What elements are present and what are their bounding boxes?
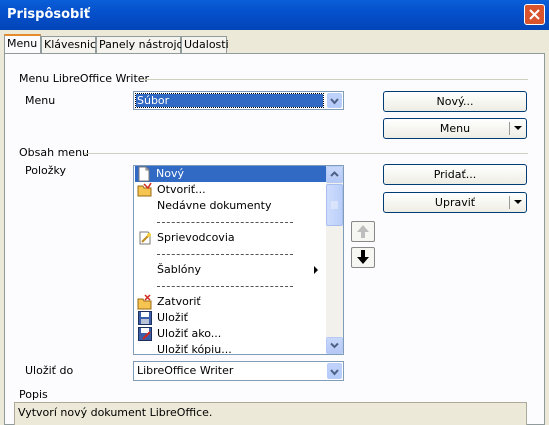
tab-menu[interactable]: Menu <box>4 34 41 54</box>
modify-label: Upraviť <box>434 196 476 209</box>
move-down-button[interactable] <box>351 247 375 268</box>
tab-keyboard[interactable]: Klávesnica <box>41 36 103 53</box>
description-text: Vytvorí nový dokument LibreOffice. <box>18 406 213 419</box>
arrow-down-icon <box>357 250 369 264</box>
wizard-icon <box>137 230 153 246</box>
list-item[interactable]: Nový <box>135 166 326 182</box>
list-item[interactable]: Šablóny <box>136 262 325 278</box>
dropdown-triangle-icon <box>514 200 522 204</box>
chevron-down-icon <box>330 342 339 349</box>
divider <box>84 153 528 154</box>
close-button[interactable] <box>524 4 545 25</box>
menu-label: Menu <box>25 94 56 107</box>
content-section-heading: Obsah menu <box>19 146 90 159</box>
submenu-arrow-icon <box>314 266 318 274</box>
title-bar: Prispôsobiť <box>0 0 549 30</box>
list-separator[interactable] <box>136 278 325 294</box>
save-in-select[interactable]: LibreOffice Writer <box>133 361 344 381</box>
save-in-label: Uložiť do <box>25 364 74 377</box>
add-command-button[interactable]: Pridať... <box>383 164 527 185</box>
scroll-down-button[interactable] <box>326 337 343 354</box>
list-scrollbar[interactable] <box>326 166 343 354</box>
chevron-up-icon <box>330 171 339 177</box>
menu-section-heading: Menu LibreOffice Writer <box>19 72 150 85</box>
arrow-up-icon <box>357 225 369 238</box>
list-separator[interactable] <box>136 214 325 230</box>
tab-toolbars[interactable]: Panely nástrojov <box>96 36 190 53</box>
list-item[interactable]: Zatvoriť <box>136 294 325 310</box>
window-title: Prispôsobiť <box>7 7 91 22</box>
split-divider <box>509 196 510 209</box>
modify-button[interactable]: Upraviť <box>383 192 527 213</box>
list-item[interactable]: Uložiť kópiu... <box>136 342 325 354</box>
list-item[interactable]: Otvoriť... <box>136 182 325 198</box>
dropdown-arrow[interactable] <box>327 363 342 379</box>
description-box: Vytvorí nový dokument LibreOffice. <box>14 402 527 425</box>
dropdown-arrow[interactable] <box>327 93 342 108</box>
items-label: Položky <box>25 164 67 177</box>
scroll-thumb[interactable] <box>326 184 343 226</box>
divider <box>141 79 528 80</box>
menu-select-value: Súbor <box>135 93 324 108</box>
open-folder-icon <box>137 182 153 198</box>
split-divider <box>509 122 510 135</box>
new-menu-button[interactable]: Nový... <box>383 91 527 112</box>
save-icon <box>137 310 153 326</box>
new-document-icon <box>136 166 152 182</box>
menu-items-list[interactable]: Nový Otvoriť... Nedávne dokumenty Spriev… <box>133 165 344 355</box>
chevron-down-icon <box>330 369 339 376</box>
tab-events[interactable]: Udalosti <box>181 36 229 53</box>
dropdown-triangle-icon <box>514 126 522 130</box>
menu-options-button[interactable]: Menu <box>383 118 527 139</box>
close-document-icon <box>137 294 153 310</box>
save-in-value: LibreOffice Writer <box>137 364 234 377</box>
list-item[interactable]: Uložiť ako... <box>136 326 325 342</box>
list-item[interactable]: Sprievodcovia <box>136 230 325 246</box>
chevron-down-icon <box>330 98 339 105</box>
description-label: Popis <box>19 388 48 401</box>
menu-select[interactable]: Súbor <box>133 91 344 110</box>
list-separator[interactable] <box>136 246 325 262</box>
scroll-up-button[interactable] <box>326 166 343 183</box>
save-as-icon <box>137 326 153 342</box>
move-up-button[interactable] <box>351 221 375 242</box>
list-item[interactable]: Uložiť <box>136 310 325 326</box>
menu-options-label: Menu <box>439 122 471 135</box>
list-item[interactable]: Nedávne dokumenty <box>136 198 325 214</box>
close-icon <box>529 9 540 20</box>
